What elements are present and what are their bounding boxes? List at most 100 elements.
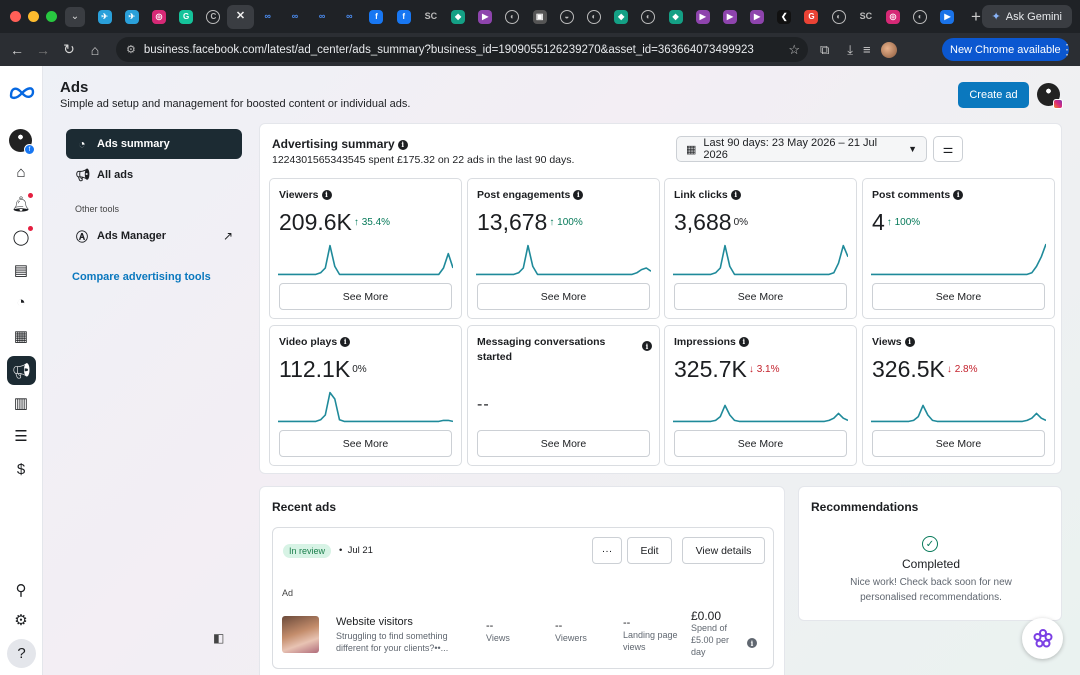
help-question-icon[interactable]: ? [7, 639, 36, 668]
search-icon[interactable]: ⚲ [11, 580, 31, 600]
browser-tab[interactable]: ◐ [907, 5, 934, 29]
chrome-menu-icon[interactable]: ⋮ [1060, 41, 1074, 58]
close-window-button[interactable] [10, 11, 21, 22]
date-range-selector[interactable]: ▦ Last 90 days: 23 May 2026 – 21 Jul 202… [676, 136, 927, 162]
more-options-button[interactable]: ··· [592, 537, 622, 564]
ask-gemini-button[interactable]: ✦ Ask Gemini [981, 5, 1072, 28]
compare-advertising-tools-link[interactable]: Compare advertising tools [72, 271, 211, 283]
browser-tab[interactable]: ▶ [689, 5, 716, 29]
info-icon[interactable]: i [738, 336, 749, 347]
browser-tab[interactable]: G [173, 5, 200, 29]
all-tools-menu-icon[interactable]: ☰ [11, 426, 31, 446]
settings-gear-icon[interactable]: ⚙ [11, 610, 31, 630]
address-bar[interactable]: ⚙ business.facebook.com/latest/ad_center… [116, 37, 808, 62]
ads-megaphone-icon[interactable]: 📢︎ [7, 356, 36, 385]
info-icon[interactable]: i [953, 189, 964, 200]
reading-list-icon[interactable]: ≡ [863, 42, 871, 57]
extensions-icon[interactable]: ⧉ [820, 42, 829, 58]
new-chrome-available-button[interactable]: New Chrome available [942, 38, 1069, 61]
browser-tab[interactable]: f [363, 5, 390, 29]
browser-tab[interactable]: ▶ [716, 5, 743, 29]
browser-tab[interactable]: ◆ [608, 5, 635, 29]
info-icon[interactable]: i [730, 189, 741, 200]
bookmark-star-icon[interactable]: ☆ [788, 42, 800, 58]
home-icon[interactable]: ⌂ [82, 37, 108, 63]
browser-tab[interactable]: SC [852, 5, 879, 29]
see-more-button[interactable]: See More [674, 430, 847, 457]
account-avatar[interactable] [1037, 83, 1063, 109]
forward-arrow-icon[interactable]: → [30, 37, 56, 63]
browser-tab[interactable]: ❮ [771, 5, 798, 29]
see-more-button[interactable]: See More [279, 430, 452, 457]
see-more-button[interactable]: See More [872, 283, 1045, 310]
browser-tab[interactable]: ◐ [635, 5, 662, 29]
filter-settings-button[interactable]: ⚌ [933, 136, 963, 162]
meta-logo-icon[interactable] [8, 84, 36, 100]
notifications-bell-icon[interactable]: 🔔︎ [11, 193, 33, 214]
see-more-button[interactable]: See More [674, 283, 847, 310]
reload-icon[interactable]: ↻ [56, 37, 82, 63]
create-ad-button[interactable]: Create ad [958, 82, 1029, 108]
browser-tab[interactable]: ▶ [472, 5, 499, 29]
browser-tab[interactable]: ◐ [499, 5, 526, 29]
browser-tab[interactable]: ✕ [226, 4, 255, 29]
nav-ads-manager[interactable]: Ⓐ Ads Manager [66, 221, 216, 251]
see-more-button[interactable]: See More [872, 430, 1045, 457]
nav-all-ads[interactable]: 📢︎ All ads [66, 160, 242, 190]
tab-close-icon[interactable]: ✕ [234, 10, 248, 24]
inbox-chat-icon[interactable]: ◯ [11, 226, 33, 247]
browser-tab[interactable]: C [200, 5, 227, 29]
browser-tab[interactable]: ∞ [281, 5, 308, 29]
collapse-sidebar-icon[interactable]: ◧ [213, 631, 224, 645]
nav-ads-summary[interactable]: ◔ Ads summary [66, 129, 242, 159]
browser-tab[interactable]: ∞ [309, 5, 336, 29]
external-link-icon[interactable]: ↗ [223, 229, 233, 243]
browser-tab[interactable]: ◐ [580, 5, 607, 29]
info-icon[interactable]: i [340, 336, 351, 347]
browser-tab[interactable]: SC [417, 5, 444, 29]
browser-tab[interactable]: ◐ [825, 5, 852, 29]
profile-avatar[interactable] [880, 41, 897, 58]
browser-tab[interactable]: ▶ [744, 5, 771, 29]
browser-tab[interactable]: ▣ [526, 5, 553, 29]
browser-tab[interactable]: G [798, 5, 825, 29]
insights-gauge-icon[interactable]: ◔ [11, 292, 31, 312]
see-more-button[interactable]: See More [477, 283, 650, 310]
browser-tab[interactable]: ◎ [145, 5, 172, 29]
download-icon[interactable]: ⤓ [847, 42, 853, 58]
minimize-window-button[interactable] [28, 11, 39, 22]
planner-calendar-icon[interactable]: ▦ [11, 326, 31, 346]
ad-thumbnail-image[interactable] [282, 616, 319, 653]
browser-tab[interactable]: ✈ [91, 5, 118, 29]
browser-tab[interactable]: ◆ [662, 5, 689, 29]
browser-tab[interactable]: ∞ [336, 5, 363, 29]
back-arrow-icon[interactable]: ← [4, 37, 30, 63]
browser-tab[interactable]: ◒ [553, 5, 580, 29]
analytics-bars-icon[interactable]: ▥ [11, 393, 31, 413]
info-icon[interactable]: i [904, 336, 915, 347]
browser-tab[interactable]: ∞ [254, 5, 281, 29]
info-icon[interactable]: i [747, 638, 757, 648]
edit-button[interactable]: Edit [627, 537, 672, 564]
business-avatar[interactable]: f [9, 129, 35, 155]
info-icon[interactable]: i [642, 341, 652, 351]
url-text[interactable]: business.facebook.com/latest/ad_center/a… [144, 44, 754, 56]
tab-search-button[interactable]: ⌄ [65, 6, 85, 27]
content-stack-icon[interactable]: ▤ [11, 260, 31, 280]
home-icon[interactable]: ⌂ [11, 162, 31, 182]
ad-name[interactable]: Website visitors [336, 616, 413, 628]
view-details-button[interactable]: View details [682, 537, 765, 564]
ai-assistant-flower-icon[interactable] [1022, 618, 1063, 659]
browser-tab[interactable]: ◎ [879, 5, 906, 29]
browser-tab[interactable]: ▶ [934, 5, 961, 29]
zoom-window-button[interactable] [46, 11, 57, 22]
browser-tab[interactable]: ✈ [118, 5, 145, 29]
see-more-button[interactable]: See More [279, 283, 452, 310]
browser-tab[interactable]: f [390, 5, 417, 29]
monetization-dollar-icon[interactable]: $ [11, 459, 31, 479]
info-icon[interactable]: i [397, 139, 408, 150]
info-icon[interactable]: i [573, 189, 584, 200]
info-icon[interactable]: i [321, 189, 332, 200]
see-more-button[interactable]: See More [477, 430, 650, 457]
site-settings-icon[interactable]: ⚙ [126, 43, 136, 56]
